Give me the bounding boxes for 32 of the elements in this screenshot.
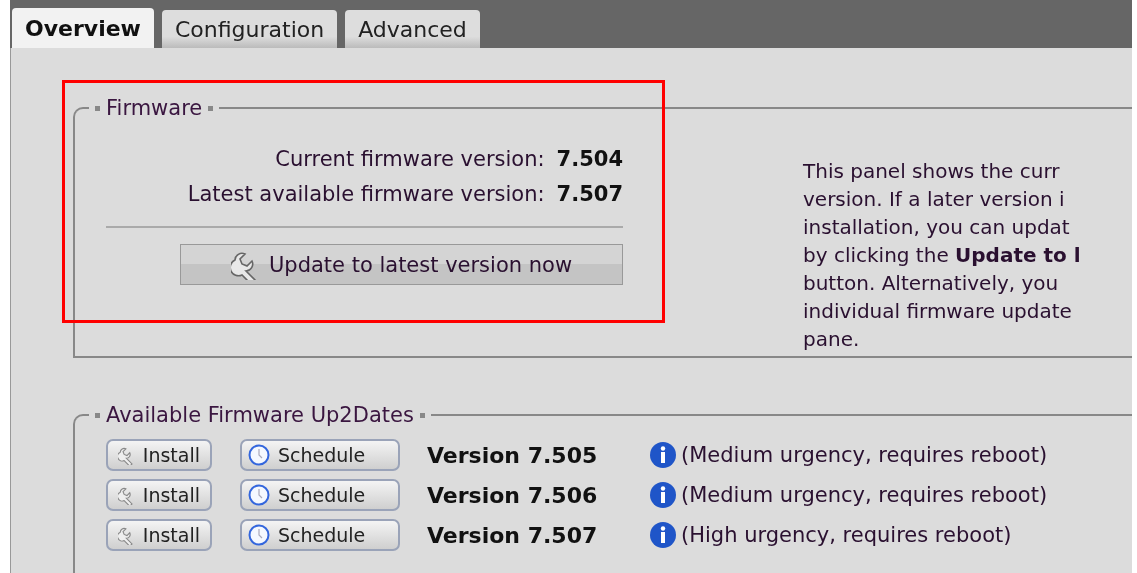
install-button[interactable]: Install — [106, 479, 212, 511]
info-icon[interactable] — [649, 521, 677, 549]
schedule-button[interactable]: Schedule — [240, 519, 400, 551]
version-name: Version 7.506 — [427, 482, 599, 508]
help-text: This panel shows the curr version. If a later version i installation, you can updat by clicking the Update to l button. Alternatively, you individual firmware update pane. — [803, 158, 1081, 353]
version-name: Version 7.505 — [427, 442, 599, 468]
version-label: Current firmware version: — [275, 146, 545, 173]
tab[interactable]: Configuration — [161, 10, 338, 48]
wrench-icon — [118, 485, 135, 505]
info-icon[interactable] — [649, 441, 677, 469]
version-value: 7.507 — [556, 181, 623, 208]
wrench-icon — [118, 445, 135, 465]
update-button[interactable]: Update to latest version now — [180, 244, 623, 285]
version-name: Version 7.507 — [427, 522, 599, 548]
install-button[interactable]: Install — [106, 519, 212, 551]
info-icon[interactable] — [649, 481, 677, 509]
urgency-note: (High urgency, requires reboot) — [681, 523, 1012, 547]
version-value: 7.504 — [556, 146, 623, 173]
urgency-note: (Medium urgency, requires reboot) — [681, 443, 1048, 467]
version-label: Latest available firmware version: — [187, 181, 545, 208]
group-legend: Firmware — [89, 96, 220, 120]
install-button[interactable]: Install — [106, 439, 212, 471]
tab[interactable]: Overview — [12, 8, 154, 48]
clock-icon — [248, 524, 270, 546]
clock-icon — [248, 444, 270, 466]
schedule-button[interactable]: Schedule — [240, 479, 400, 511]
clock-icon — [248, 484, 270, 506]
tab[interactable]: Advanced — [345, 10, 480, 48]
urgency-note: (Medium urgency, requires reboot) — [681, 483, 1048, 507]
schedule-button[interactable]: Schedule — [240, 439, 400, 471]
wrench-icon — [118, 525, 135, 545]
group-legend: Available Firmware Up2Dates — [89, 403, 431, 427]
